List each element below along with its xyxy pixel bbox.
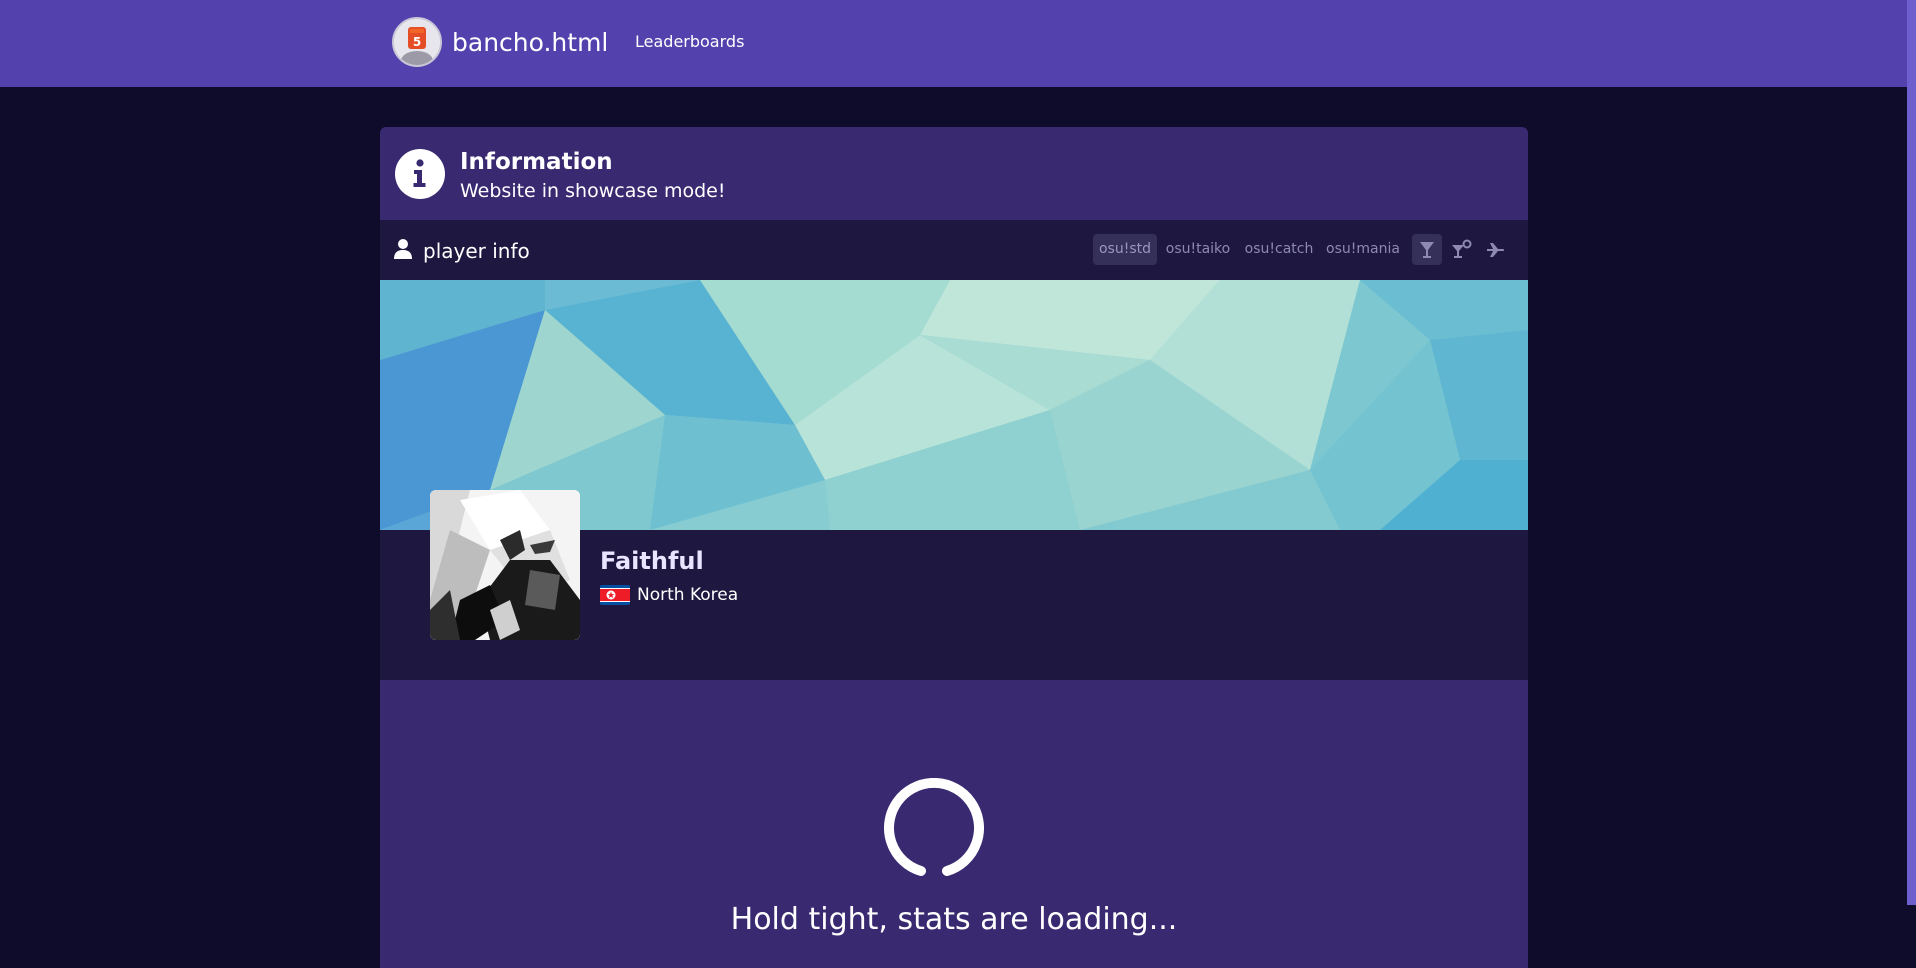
relax-icon[interactable] xyxy=(1446,234,1476,265)
player-info-title: player info xyxy=(423,239,530,263)
site-brand[interactable]: bancho.html xyxy=(452,26,608,60)
mode-tab-osu-std[interactable]: osu!std xyxy=(1093,234,1157,265)
user-icon xyxy=(394,238,412,264)
north-korea-flag-icon xyxy=(600,585,630,605)
information-banner: Information Website in showcase mode! xyxy=(380,127,1528,220)
loading-message: Hold tight, stats are loading... xyxy=(730,902,1178,937)
top-navbar: 5 bancho.html Leaderboards xyxy=(0,0,1907,87)
svg-text:5: 5 xyxy=(413,35,421,49)
mode-tab-osu-catch[interactable]: osu!catch xyxy=(1243,234,1315,265)
info-message: Website in showcase mode! xyxy=(460,180,726,202)
mode-tab-osu-taiko[interactable]: osu!taiko xyxy=(1163,234,1233,265)
autopilot-icon[interactable] xyxy=(1480,234,1510,265)
nav-link-leaderboards[interactable]: Leaderboards xyxy=(635,31,744,53)
info-title: Information xyxy=(460,149,613,175)
username: Faithful xyxy=(600,547,704,575)
info-icon xyxy=(395,149,445,199)
loading-spinner-icon xyxy=(884,777,984,878)
mode-tab-osu-mania[interactable]: osu!mania xyxy=(1323,234,1403,265)
site-logo-icon[interactable]: 5 xyxy=(392,17,442,67)
page-scrollbar[interactable] xyxy=(1907,0,1916,905)
country-name: North Korea xyxy=(637,585,739,605)
player-info-header: player info osu!std osu!taiko osu!catch … xyxy=(380,220,1528,280)
user-avatar xyxy=(430,490,580,640)
stats-panel: Hold tight, stats are loading... xyxy=(380,680,1528,968)
vanilla-icon[interactable] xyxy=(1412,234,1442,265)
